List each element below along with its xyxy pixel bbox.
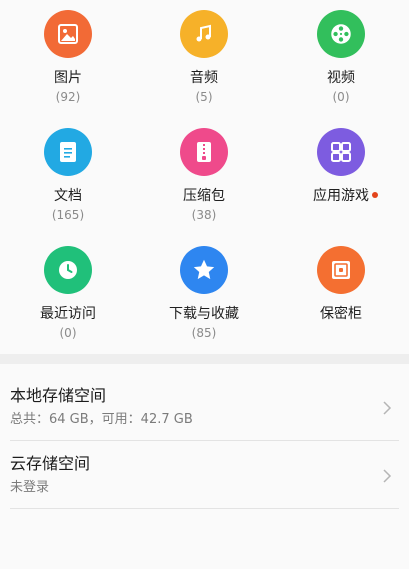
category-label: 最近访问 <box>40 306 96 322</box>
chevron-right-icon <box>383 401 392 415</box>
category-apps-games[interactable]: 应用游戏 <box>273 118 409 236</box>
category-count: (38) <box>191 208 217 222</box>
category-video[interactable]: 视频 (0) <box>273 0 409 118</box>
category-grid: 图片 (92) 音频 (5) 视频 (0) 文档 (165) 压缩包 (38) <box>0 0 409 354</box>
category-label: 视频 <box>327 70 355 86</box>
category-label: 应用游戏 <box>313 188 378 204</box>
cloud-storage-status: 未登录 <box>10 480 50 495</box>
category-label: 下载与收藏 <box>169 306 239 322</box>
apps-icon <box>317 128 365 176</box>
category-label: 文档 <box>54 188 82 204</box>
document-icon <box>44 128 92 176</box>
local-storage-title: 本地存储空间 <box>10 386 107 405</box>
category-safe[interactable]: 保密柜 <box>273 236 409 354</box>
category-count: (92) <box>55 90 81 104</box>
category-downloads-favorites[interactable]: 下载与收藏 (85) <box>136 236 272 354</box>
safe-icon <box>317 246 365 294</box>
music-icon <box>180 10 228 58</box>
list-separator <box>10 440 399 441</box>
category-label: 音频 <box>190 70 218 86</box>
storage-list: 本地存储空间 总共：64 GB，可用：42.7 GB 云存储空间 未登录 <box>0 364 409 569</box>
category-count: (0) <box>59 326 77 340</box>
category-count: (165) <box>51 208 85 222</box>
video-reel-icon <box>317 10 365 58</box>
new-badge-dot <box>372 192 378 198</box>
category-label: 图片 <box>54 70 82 86</box>
category-recent[interactable]: 最近访问 (0) <box>0 236 136 354</box>
cloud-storage-item[interactable]: 云存储空间 未登录 <box>10 442 399 508</box>
star-icon <box>180 246 228 294</box>
list-separator <box>10 508 399 509</box>
category-audio[interactable]: 音频 (5) <box>136 0 272 118</box>
section-divider <box>0 354 409 364</box>
category-label: 压缩包 <box>183 188 225 204</box>
local-storage-item[interactable]: 本地存储空间 总共：64 GB，可用：42.7 GB <box>10 374 399 440</box>
category-archives[interactable]: 压缩包 (38) <box>136 118 272 236</box>
archive-icon <box>180 128 228 176</box>
local-storage-usage: 总共：64 GB，可用：42.7 GB <box>10 412 193 427</box>
clock-icon <box>44 246 92 294</box>
category-label-text: 应用游戏 <box>313 188 369 204</box>
category-documents[interactable]: 文档 (165) <box>0 118 136 236</box>
image-icon <box>44 10 92 58</box>
chevron-right-icon <box>383 469 392 483</box>
category-count: (0) <box>332 90 350 104</box>
category-count: (5) <box>195 90 213 104</box>
category-label: 保密柜 <box>320 306 362 322</box>
cloud-storage-title: 云存储空间 <box>10 454 91 473</box>
category-count: (85) <box>191 326 217 340</box>
category-images[interactable]: 图片 (92) <box>0 0 136 118</box>
